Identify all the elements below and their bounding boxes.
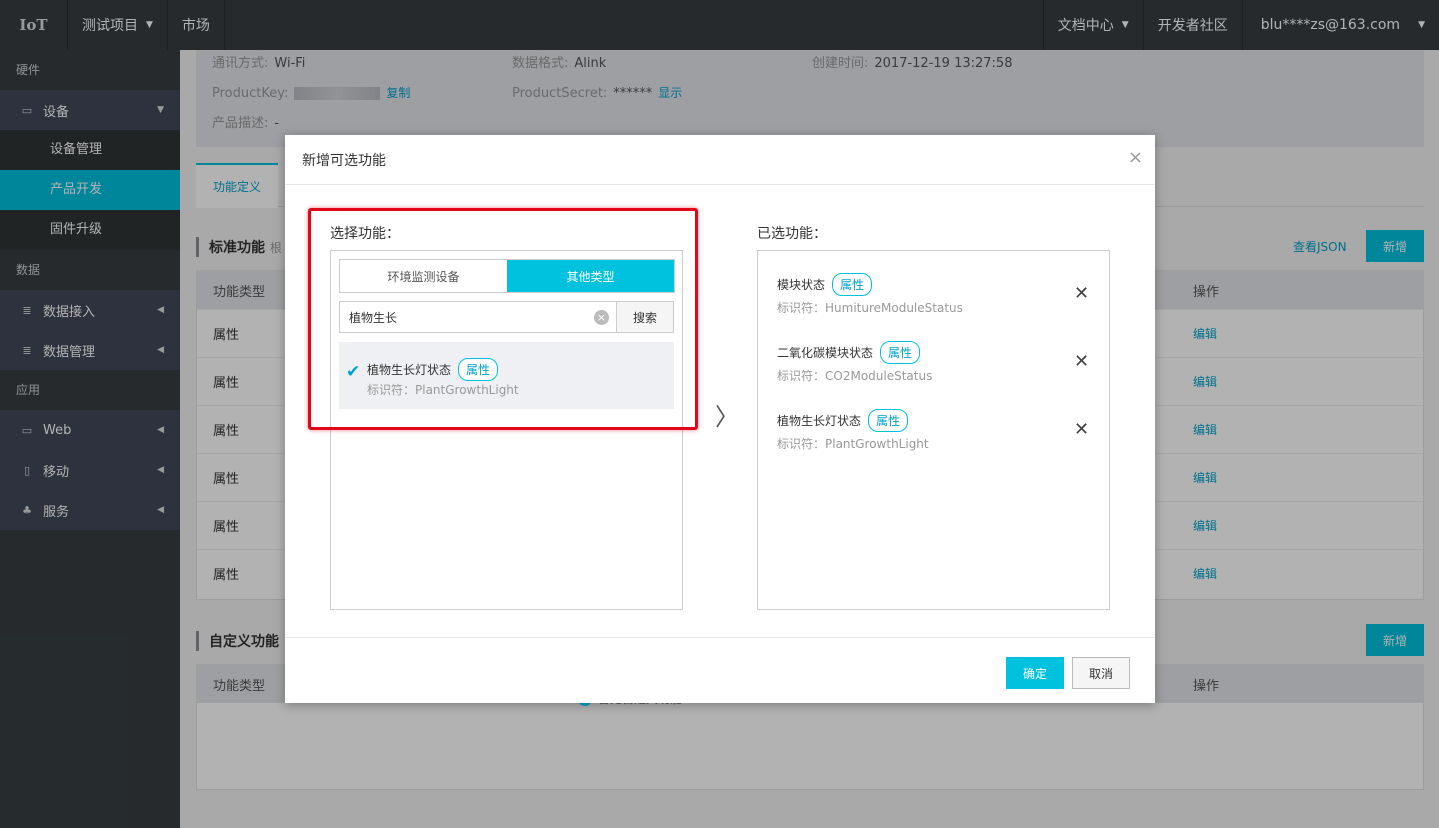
selected-name: 模块状态	[777, 278, 826, 292]
selected-identifier: 标识符：HumitureModuleStatus	[777, 301, 963, 315]
remove-icon[interactable]: ✕	[1074, 351, 1089, 372]
selected-name-row: 模块状态 属性	[777, 273, 873, 296]
remove-icon[interactable]: ✕	[1074, 419, 1089, 440]
selected-identifier: 标识符：CO2ModuleStatus	[777, 369, 933, 383]
selected-item: 模块状态 属性 标识符：HumitureModuleStatus	[777, 273, 963, 315]
selected-functions-panel: 模块状态 属性 标识符：HumitureModuleStatus ✕ 二氧化碳模块…	[757, 250, 1110, 610]
dialog-title: 新增可选功能	[302, 152, 386, 169]
selected-name-row: 植物生长灯状态 属性	[777, 409, 909, 432]
selected-function-label: 已选功能：	[757, 226, 827, 242]
selected-name: 植物生长灯状态	[777, 414, 862, 428]
selected-item: 二氧化碳模块状态 属性 标识符：CO2ModuleStatus	[777, 341, 932, 383]
close-icon[interactable]: ×	[1128, 147, 1143, 168]
remove-icon[interactable]: ✕	[1074, 283, 1089, 304]
selected-identifier: 标识符：PlantGrowthLight	[777, 437, 929, 451]
highlight-annotation	[308, 208, 698, 430]
property-badge: 属性	[868, 409, 909, 432]
property-badge: 属性	[832, 273, 873, 296]
dialog-footer: 确定 取消	[285, 637, 1155, 703]
cancel-button[interactable]: 取消	[1072, 657, 1130, 689]
confirm-button[interactable]: 确定	[1006, 657, 1064, 689]
selected-item: 植物生长灯状态 属性 标识符：PlantGrowthLight	[777, 409, 929, 451]
dialog-header: 新增可选功能 ×	[285, 135, 1155, 185]
property-badge: 属性	[880, 341, 921, 364]
selected-name: 二氧化碳模块状态	[777, 346, 874, 360]
selected-name-row: 二氧化碳模块状态 属性	[777, 341, 921, 364]
chevron-right-icon: 〉	[715, 403, 739, 431]
